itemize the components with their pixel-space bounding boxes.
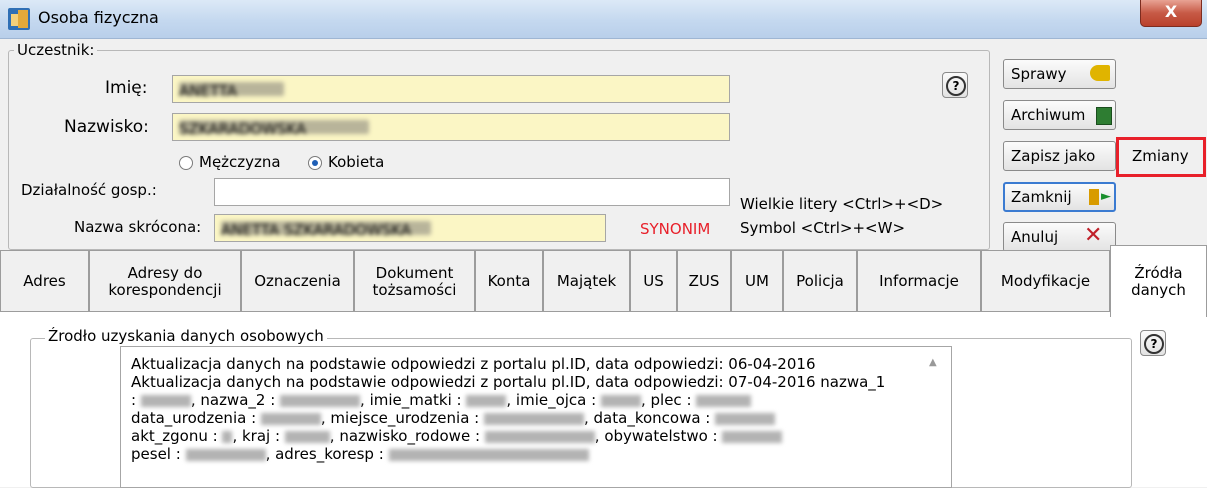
tab-adresy-korespondencji[interactable]: Adresy do korespondencji <box>89 250 241 312</box>
save-as-label: Zapisz jako <box>1011 147 1096 165</box>
source-line-4: data_urodzenia : , miejsce_urodzenia : ,… <box>131 409 776 427</box>
tab-dokument-tozsamosci[interactable]: Dokument tożsamości <box>354 250 475 312</box>
last-name-label: Nazwisko: <box>64 117 149 137</box>
source-line-3: : , nazwa_2 : , imie_matki : , imie_ojca… <box>131 391 752 409</box>
gender-female-radio[interactable] <box>308 156 322 170</box>
cancel-label: Anuluj <box>1011 228 1059 246</box>
help-icon: ? <box>1144 334 1164 354</box>
last-name-value: SZKARADOWSKA <box>179 120 369 138</box>
source-line-6: pesel : , adres_koresp : <box>131 445 589 463</box>
tab-us[interactable]: US <box>630 250 677 312</box>
archiwum-button[interactable]: Archiwum <box>1003 100 1116 130</box>
gender-male-label: Mężczyzna <box>199 153 281 171</box>
archive-icon <box>1096 107 1112 125</box>
save-as-button[interactable]: Zapisz jako <box>1003 141 1116 171</box>
title-bar <box>0 0 1207 39</box>
tab-zus[interactable]: ZUS <box>677 250 731 312</box>
source-textarea[interactable]: Aktualizacja danych na podstawie odpowie… <box>120 346 952 488</box>
business-input[interactable] <box>214 178 730 206</box>
arrow-icon: ► <box>1101 189 1111 204</box>
first-name-value: ANETTA <box>179 82 284 100</box>
zmiany-button[interactable]: Zmiany <box>1122 142 1202 172</box>
business-label: Działalność gosp.: <box>21 181 157 199</box>
door-exit-icon <box>1089 189 1099 205</box>
gender-female-label: Kobieta <box>328 153 385 171</box>
close-window-button[interactable]: Zamknij ► <box>1003 182 1116 212</box>
tab-konta[interactable]: Konta <box>475 250 543 312</box>
app-icon <box>8 8 30 30</box>
source-line-5: akt_zgonu : , kraj : , nazwisko_rodowe :… <box>131 427 783 445</box>
first-name-label: Imię: <box>105 78 148 98</box>
source-help-button[interactable]: ? <box>1140 330 1166 356</box>
tab-majatek[interactable]: Majątek <box>543 250 630 312</box>
tab-zrodla-danych[interactable]: Źródła danych <box>1110 245 1207 317</box>
hint-symbol: Symbol <Ctrl>+<W> <box>740 219 906 237</box>
tab-informacje[interactable]: Informacje <box>857 250 981 312</box>
participant-group-label: Uczestnik: <box>14 41 98 59</box>
zmiany-label: Zmiany <box>1132 147 1189 165</box>
short-name-input[interactable]: ANETTA SZKARADOWSKA <box>214 214 606 242</box>
scroll-up-arrow-icon[interactable]: ▲ <box>929 357 937 368</box>
sprawy-button[interactable]: Sprawy <box>1003 59 1116 89</box>
gender-male-radio[interactable] <box>179 156 193 170</box>
help-button[interactable]: ? <box>942 72 968 98</box>
close-button[interactable]: X <box>1140 0 1202 27</box>
window-title: Osoba fizyczna <box>38 8 159 27</box>
tab-modyfikacje[interactable]: Modyfikacje <box>981 250 1110 312</box>
pointing-hand-icon <box>1090 65 1110 81</box>
short-name-label: Nazwa skrócona: <box>74 218 202 236</box>
cancel-button[interactable]: Anuluj ✕ <box>1003 222 1116 252</box>
first-name-input[interactable]: ANETTA <box>172 75 730 103</box>
cancel-x-icon: ✕ <box>1084 223 1103 248</box>
source-group-label: Źrodło uzyskania danych osobowych <box>45 327 327 345</box>
archiwum-label: Archiwum <box>1011 106 1086 124</box>
help-icon: ? <box>946 76 966 96</box>
sprawy-label: Sprawy <box>1011 65 1067 83</box>
source-line-2: Aktualizacja danych na podstawie odpowie… <box>131 373 886 391</box>
tab-policja[interactable]: Policja <box>783 250 857 312</box>
close-window-label: Zamknij <box>1011 188 1072 206</box>
hint-uppercase: Wielkie litery <Ctrl>+<D> <box>740 195 944 213</box>
last-name-input[interactable]: SZKARADOWSKA <box>172 113 730 141</box>
source-line-1: Aktualizacja danych na podstawie odpowie… <box>131 355 816 373</box>
synonym-label: SYNONIM <box>640 220 711 238</box>
tab-oznaczenia[interactable]: Oznaczenia <box>241 250 354 312</box>
tab-um[interactable]: UM <box>731 250 783 312</box>
short-name-value: ANETTA SZKARADOWSKA <box>221 221 431 239</box>
tab-adres[interactable]: Adres <box>0 250 89 312</box>
